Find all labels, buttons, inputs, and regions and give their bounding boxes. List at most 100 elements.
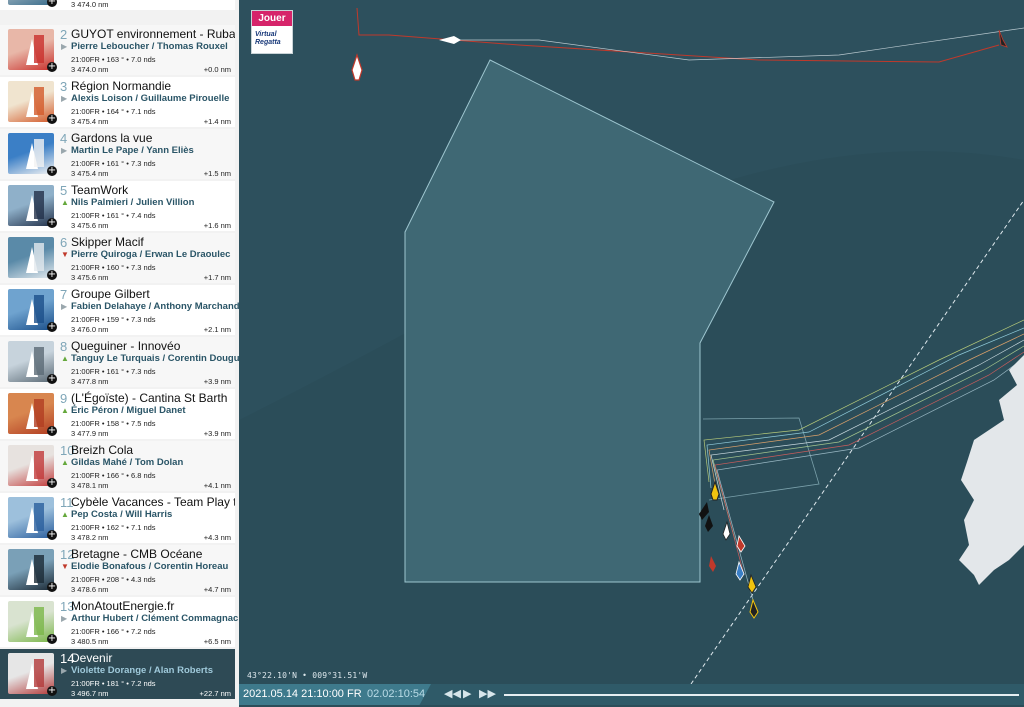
ranking-entry[interactable]: +14 Devenir ▶ Violette Dorange / Alan Rober… — [0, 649, 235, 699]
ranking-sidebar: +▶21:00FR • 162 ° • 7.1 nds3 474.0 nm +2G… — [0, 0, 239, 707]
ranking-entry[interactable]: +12 Bretagne - CMB Océane ▼ Elodie Bonafous… — [0, 545, 235, 595]
sail-shape — [34, 347, 44, 375]
add-icon[interactable]: + — [47, 686, 57, 696]
add-icon[interactable]: + — [47, 478, 57, 488]
entry-skippers: Fabien Delahaye / Anthony Marchand — [71, 301, 239, 312]
trend-up-icon: ▲ — [61, 198, 69, 207]
virtual-regatta-logo: Virtual Regatta — [255, 31, 281, 47]
add-icon[interactable]: + — [47, 322, 57, 332]
entry-team: MonAtoutEnergie.fr — [71, 599, 175, 613]
entry-skippers: Nils Palmieri / Julien Villion — [71, 197, 195, 208]
entry-distance: 3 478.6 nm — [71, 585, 109, 594]
sail-shape — [34, 35, 44, 63]
entry-skippers: Martin Le Pape / Yann Eliès — [71, 145, 194, 156]
entry-distance: 3 474.0 nm — [71, 0, 109, 9]
add-icon[interactable]: + — [47, 166, 57, 176]
entry-gap: +6.5 nm — [203, 637, 231, 646]
entry-team: (L'Égoïste) - Cantina St Barth — [71, 391, 228, 405]
entry-distance: 3 475.4 nm — [71, 169, 109, 178]
ranking-entry[interactable]: +▶21:00FR • 162 ° • 7.1 nds3 474.0 nm — [0, 0, 235, 10]
play-button[interactable]: Jouer Virtual Regatta — [251, 10, 293, 54]
entry-distance: 3 474.0 nm — [71, 65, 109, 74]
entry-gap: +3.9 nm — [203, 377, 231, 386]
trend-down-icon: ▼ — [61, 250, 69, 259]
date-box: 2021.05.14 21:10:00 FR 02.02:10:54 — [239, 684, 431, 705]
entry-team: Groupe Gilbert — [71, 287, 150, 301]
ranking-entry[interactable]: +9 (L'Égoïste) - Cantina St Barth ▲ Éric Pé… — [0, 389, 235, 439]
entry-distance: 3 475.4 nm — [71, 117, 109, 126]
entry-team: Gardons la vue — [71, 131, 153, 145]
sail-shape — [34, 295, 44, 323]
ranking-entry[interactable]: +5 TeamWork ▲ Nils Palmieri / Julien Villio… — [0, 181, 235, 231]
ranking-entry[interactable]: +3 Région Normandie ▶ Alexis Loison / Guill… — [0, 77, 235, 127]
play-icon[interactable]: ▶ — [463, 688, 471, 700]
entry-gap: +22.7 nm — [199, 689, 231, 698]
entry-gap: +1.5 nm — [203, 169, 231, 178]
add-icon[interactable]: + — [47, 582, 57, 592]
ranking-entry[interactable]: +13 MonAtoutEnergie.fr ▶ Arthur Hubert / Cl… — [0, 597, 239, 647]
entry-stats: 21:00FR • 161 ° • 7.4 nds — [71, 211, 156, 220]
add-icon[interactable]: + — [47, 634, 57, 644]
sail-shape — [34, 607, 44, 635]
entry-gap: +4.7 nm — [203, 585, 231, 594]
entry-stats: 21:00FR • 166 ° • 7.2 nds — [71, 627, 156, 636]
sail-shape — [34, 87, 44, 115]
entry-stats: 21:00FR • 163 ° • 7.0 nds — [71, 55, 156, 64]
fast-forward-icon[interactable]: ▶▶ — [479, 688, 496, 700]
entry-gap: +3.9 nm — [203, 429, 231, 438]
entry-stats: 21:00FR • 159 ° • 7.3 nds — [71, 315, 156, 324]
entry-skippers: Alexis Loison / Guillaume Pirouelle — [71, 93, 230, 104]
entry-rank: 4 — [60, 131, 68, 146]
entry-skippers: Violette Dorange / Alan Roberts — [71, 665, 213, 676]
entry-stats: 21:00FR • 161 ° • 7.3 nds — [71, 367, 156, 376]
entry-skippers: Arthur Hubert / Clément Commagnac — [71, 613, 239, 624]
entry-team: Bretagne - CMB Océane — [71, 547, 203, 561]
ranking-entry[interactable]: +11Cybèle Vacances - Team Play to B▲Pep … — [0, 493, 235, 543]
add-icon[interactable]: + — [47, 374, 57, 384]
entry-distance: 3 478.2 nm — [71, 533, 109, 542]
ranking-entry[interactable]: +7 Groupe Gilbert ▶ Fabien Delahaye / Antho… — [0, 285, 239, 335]
entry-distance: 3 496.7 nm — [71, 689, 109, 698]
entry-distance: 3 475.6 nm — [71, 273, 109, 282]
map-canvas[interactable] — [239, 0, 1024, 707]
ranking-entry[interactable]: +10 Breizh Cola ▲ Gildas Mahé / Tom Dolan 21… — [0, 441, 235, 491]
timeline-slider[interactable] — [504, 694, 1019, 696]
entry-distance: 3 477.8 nm — [71, 377, 109, 386]
trend-same-icon: ▶ — [61, 302, 68, 311]
entry-stats: 21:00FR • 158 ° • 7.5 nds — [71, 419, 156, 428]
logo-line-1: Virtual — [255, 31, 277, 38]
entry-skippers: Elodie Bonafous / Corentin Horeau — [71, 561, 229, 572]
trend-same-icon: ▶ — [61, 42, 68, 51]
add-icon[interactable]: + — [47, 218, 57, 228]
entry-rank: 8 — [60, 339, 68, 354]
entry-team: Région Normandie — [71, 79, 172, 93]
ranking-entry[interactable]: +8 Queguiner - Innovéo ▲ Tanguy Le Turquais… — [0, 337, 239, 387]
add-icon[interactable]: + — [47, 62, 57, 72]
sail-shape — [34, 139, 44, 167]
entry-gap: +1.7 nm — [203, 273, 231, 282]
entry-team: Devenir — [71, 651, 113, 665]
add-icon[interactable]: + — [47, 270, 57, 280]
ranking-entry[interactable]: +2GUYOT environnement - Ruban Rose▶Pierr… — [0, 25, 235, 75]
entry-gap: +1.4 nm — [203, 117, 231, 126]
add-icon[interactable]: + — [47, 530, 57, 540]
sail-shape — [34, 191, 44, 219]
entry-gap: +0.0 nm — [203, 65, 231, 74]
ranking-entry[interactable]: +6 Skipper Macif ▼ Pierre Quiroga / Erwan L… — [0, 233, 235, 283]
entry-skippers: Pierre Quiroga / Erwan Le Draoulec — [71, 249, 231, 260]
entry-stats: 21:00FR • 161 ° • 7.3 nds — [71, 159, 156, 168]
add-icon[interactable]: + — [47, 114, 57, 124]
add-icon[interactable]: + — [47, 426, 57, 436]
sail-shape — [34, 555, 44, 583]
entry-gap: +2.1 nm — [203, 325, 231, 334]
entry-skippers: Tanguy Le Turquais / Corentin Douguet — [71, 353, 239, 364]
entry-skippers: Pep Costa / Will Harris — [71, 509, 173, 520]
rewind-icon[interactable]: ◀◀ — [444, 688, 461, 700]
entry-team: Queguiner - Innovéo — [71, 339, 181, 353]
add-icon[interactable]: + — [47, 0, 57, 7]
entry-skippers: Éric Péron / Miguel Danet — [71, 405, 186, 416]
entry-team: Breizh Cola — [71, 443, 134, 457]
race-map[interactable]: Jouer Virtual Regatta 43°22.10'N • 009°3… — [239, 0, 1024, 707]
entry-stats: 21:00FR • 181 ° • 7.2 nds — [71, 679, 156, 688]
ranking-entry[interactable]: +4 Gardons la vue ▶ Martin Le Pape / Yann E… — [0, 129, 235, 179]
